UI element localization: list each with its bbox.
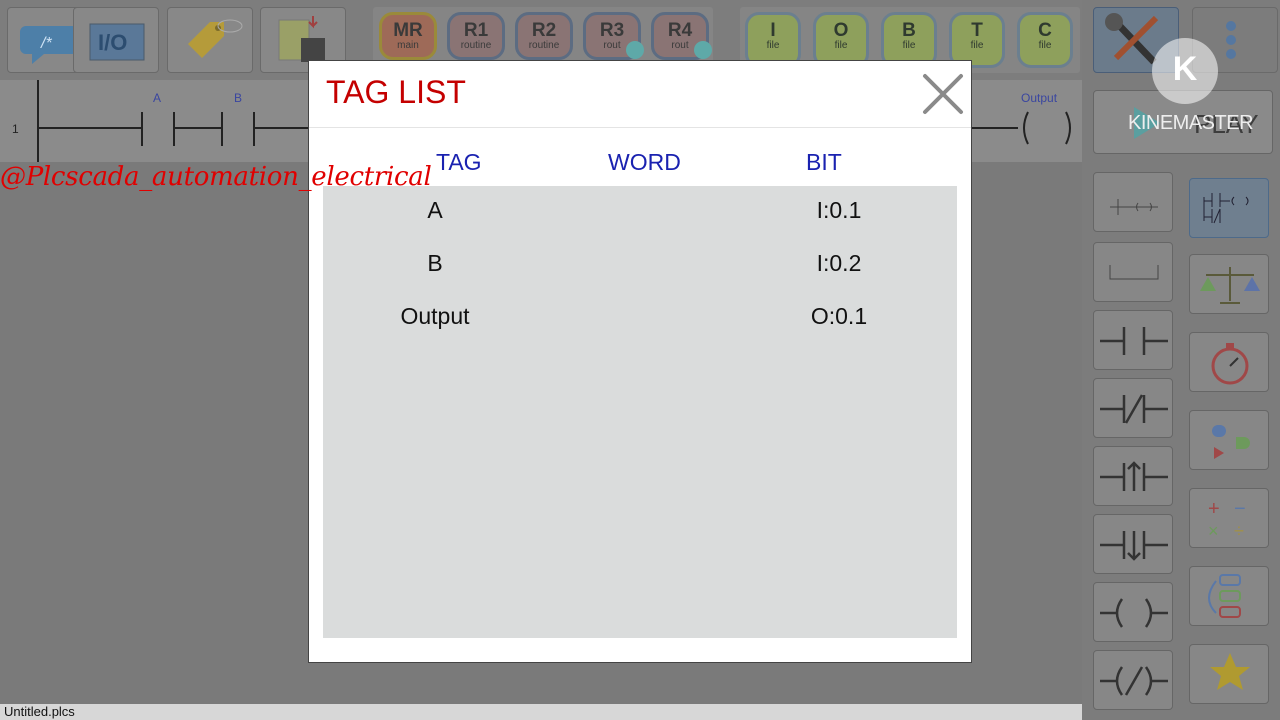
routine-r4-button[interactable]: R4 rout [651, 12, 712, 60]
file-o-label: O [833, 20, 849, 41]
file-t-label: T [971, 20, 983, 41]
timer-icon [1211, 343, 1249, 385]
nc-contact-button[interactable] [1093, 378, 1173, 438]
close-icon [923, 74, 963, 114]
tag-button[interactable] [167, 7, 253, 73]
negated-coil-icon [1100, 666, 1168, 696]
file-b-label: B [902, 20, 916, 41]
contact-b-label: B [234, 91, 243, 105]
program-control-button[interactable] [1189, 566, 1269, 626]
math-icon: + − × ÷ [1208, 498, 1246, 541]
logic-gates-button[interactable] [1189, 410, 1269, 470]
routine-mr-label: MR [393, 20, 423, 41]
routine-r2-sub: routine [528, 40, 560, 51]
branch-button[interactable] [1093, 172, 1173, 232]
program-control-icon [1208, 574, 1241, 618]
svg-text:I/O: I/O [98, 30, 127, 55]
dialog-title: TAG LIST [326, 74, 466, 110]
svg-text:+: + [1208, 498, 1220, 520]
tag-list-dialog: TAG LIST TAG WORD BIT A I:0.1 B I:0.2 Ou… [308, 60, 972, 663]
column-header-word: WORD [608, 149, 681, 175]
math-button[interactable]: + − × ÷ [1189, 488, 1269, 548]
routine-r3-button[interactable]: R3 rout [583, 12, 644, 60]
routine-r4-label: R4 [667, 20, 693, 41]
svg-text:−: − [1234, 498, 1246, 520]
table-row[interactable]: Output O:0.1 [323, 303, 957, 343]
file-name: Untitled.plcs [4, 704, 75, 719]
compare-button[interactable] [1189, 254, 1269, 314]
file-t-sub: file [970, 40, 984, 51]
falling-edge-button[interactable] [1093, 514, 1173, 574]
instruction-panel: PLAY + − × ÷ [1082, 0, 1280, 720]
routine-r3-badge-icon [626, 41, 644, 59]
tag-icon [188, 19, 243, 58]
rising-edge-button[interactable] [1093, 446, 1173, 506]
compare-icon [1200, 267, 1260, 304]
branch-icon [1110, 199, 1158, 215]
column-header-bit: BIT [806, 149, 842, 175]
favorites-icon [1210, 653, 1250, 690]
falling-edge-icon [1100, 531, 1168, 561]
table-row[interactable]: B I:0.2 [323, 250, 957, 290]
output-coil-label: Output [1021, 91, 1058, 105]
tag-cell: Output [400, 303, 470, 329]
routine-mr-button[interactable]: MR main [379, 12, 437, 60]
coil-button[interactable] [1093, 582, 1173, 642]
bit-cell: I:0.1 [816, 197, 862, 223]
io-icon: I/O [89, 23, 145, 61]
instructions-icon [1203, 193, 1249, 224]
routine-r2-label: R2 [531, 20, 557, 41]
rising-edge-icon [1100, 461, 1168, 491]
routine-r1-sub: routine [460, 40, 492, 51]
file-o-sub: file [834, 40, 848, 51]
empty-rung-icon [1109, 265, 1159, 280]
bit-cell: I:0.2 [816, 250, 862, 276]
routine-r2-button[interactable]: R2 routine [515, 12, 573, 60]
tag-table: A I:0.1 B I:0.2 Output O:0.1 [323, 186, 957, 638]
routine-r3-label: R3 [599, 20, 625, 41]
table-row[interactable]: A I:0.1 [323, 197, 957, 237]
close-button[interactable] [921, 72, 965, 116]
kinemaster-logo: K [1152, 38, 1218, 104]
tag-cell: B [427, 250, 443, 276]
file-i-sub: file [766, 40, 780, 51]
routine-r4-badge-icon [694, 41, 712, 59]
file-b-sub: file [902, 40, 916, 51]
column-header-tag: TAG [436, 149, 482, 175]
kinemaster-logo-letter: K [1172, 50, 1198, 88]
coil-icon [1100, 598, 1168, 628]
watermark-text: @Plcscada_automation_electrical [0, 162, 432, 192]
routine-r1-button[interactable]: R1 routine [447, 12, 505, 60]
file-i-label: I [770, 20, 776, 41]
timer-button[interactable] [1189, 332, 1269, 392]
svg-text:÷: ÷ [1234, 521, 1244, 541]
nc-contact-icon [1100, 394, 1168, 424]
logic-gates-icon [1212, 425, 1250, 459]
favorites-button[interactable] [1189, 644, 1269, 704]
svg-text:×: × [1208, 521, 1219, 541]
dialog-divider [309, 127, 971, 128]
no-contact-icon [1100, 327, 1168, 355]
empty-rung-button[interactable] [1093, 242, 1173, 302]
contact-a-label: A [153, 91, 162, 105]
file-c-label: C [1038, 20, 1052, 41]
instructions-button[interactable] [1189, 178, 1269, 238]
tag-cell: A [427, 197, 443, 223]
routine-r1-label: R1 [463, 20, 489, 41]
negated-coil-button[interactable] [1093, 650, 1173, 710]
kinemaster-watermark: KINEMASTER [1128, 112, 1254, 134]
no-contact-button[interactable] [1093, 310, 1173, 370]
io-button[interactable]: I/O [73, 7, 159, 73]
routine-mr-sub: main [397, 40, 419, 51]
file-c-sub: file [1038, 40, 1052, 51]
status-bar: Untitled.plcs [0, 704, 1082, 720]
bit-cell: O:0.1 [810, 303, 868, 329]
svg-text:/*: /* [40, 35, 52, 52]
file-c-button[interactable]: C file [1017, 12, 1073, 68]
